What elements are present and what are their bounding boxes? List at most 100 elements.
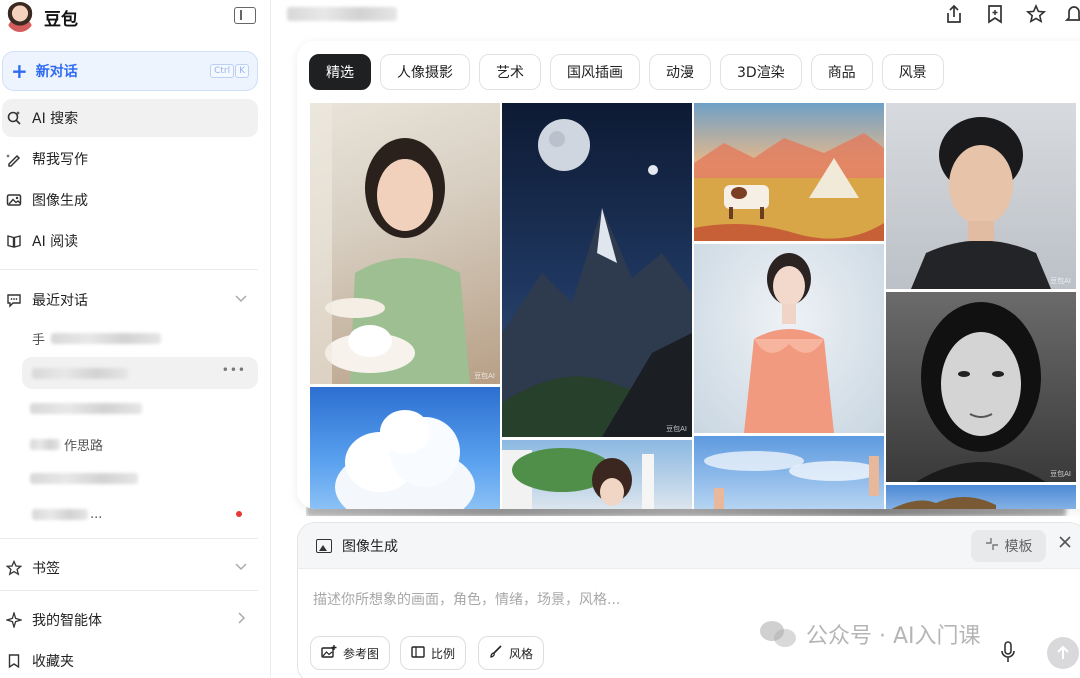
image-icon: [316, 538, 332, 553]
chevron-down-icon[interactable]: [234, 559, 248, 577]
template-icon: [985, 537, 999, 555]
gallery-image-cloud[interactable]: [310, 387, 500, 509]
recent-chat-item[interactable]: [22, 392, 258, 424]
tab-anime[interactable]: 动漫: [649, 54, 711, 90]
gallery-image-young-man[interactable]: 豆包AI: [886, 103, 1076, 289]
share-icon[interactable]: [943, 3, 965, 25]
add-image-icon: [321, 644, 337, 662]
gallery-image-portrait-woman[interactable]: 豆包AI: [310, 103, 500, 384]
recent-chats-header[interactable]: 最近对话: [2, 283, 258, 317]
sidebar-toggle-icon[interactable]: [234, 7, 256, 24]
search-spark-icon: [6, 110, 22, 126]
ratio-icon: [411, 645, 425, 662]
brand[interactable]: 豆包: [6, 0, 78, 34]
recent-chat-item[interactable]: 手: [22, 322, 258, 354]
sidebar-item-ai-search[interactable]: AI 搜索: [2, 99, 258, 137]
recent-chat-item[interactable]: •••: [22, 357, 258, 389]
shortcut-key: Ctrl: [210, 64, 235, 78]
brush-icon: [489, 644, 503, 662]
bell-icon[interactable]: [1063, 3, 1080, 25]
image-watermark: 豆包AI: [1050, 277, 1071, 285]
arrow-up-icon: [1057, 645, 1069, 659]
recent-chat-item[interactable]: 作思路: [22, 428, 258, 460]
divider: [0, 590, 258, 591]
close-icon[interactable]: [1058, 533, 1072, 554]
sidebar-item-label: 帮我写作: [32, 152, 88, 168]
tab-chinese-illustration[interactable]: 国风插画: [550, 54, 640, 90]
section-title: 书签: [32, 561, 60, 577]
send-button[interactable]: [1047, 637, 1079, 669]
my-agents-header[interactable]: 我的智能体: [2, 603, 258, 637]
gallery-image-cow-yurt[interactable]: [694, 103, 884, 241]
aspect-ratio-button[interactable]: 比例: [400, 636, 467, 670]
redacted-text: [32, 367, 128, 379]
template-label: 模板: [1004, 539, 1033, 555]
gallery-image-school-girl[interactable]: [502, 440, 692, 509]
redacted-title: [287, 7, 397, 21]
gallery-image-bw-woman[interactable]: 豆包AI: [886, 292, 1076, 482]
star-icon: [6, 560, 22, 576]
recent-chat-item[interactable]: ...: [22, 498, 258, 530]
divider: [0, 269, 258, 270]
gallery-image-mountain[interactable]: 豆包AI: [502, 103, 692, 437]
watermark-text: 公众号 · AI入门课: [806, 624, 981, 649]
template-button[interactable]: 模板: [971, 530, 1046, 562]
image-watermark: 豆包AI: [1050, 470, 1071, 478]
sidebar-item-label: AI 搜索: [32, 111, 79, 127]
overlay-watermark: 公众号 · AI入门课: [760, 618, 981, 650]
bookmarks-header[interactable]: 书签: [2, 551, 258, 585]
image-generation-composer: 图像生成 模板 描述你所想象的画面，角色，情绪，场景，风格... 参考图 比例 …: [297, 522, 1080, 678]
sidebar: 豆包 + 新对话 Ctrl K AI 搜索 帮我写作 图像生成 AI 阅读 最近…: [0, 0, 271, 678]
section-title: 收藏夹: [32, 654, 74, 670]
image-watermark: 豆包AI: [666, 425, 687, 433]
top-bar: [271, 0, 1080, 34]
style-button[interactable]: 风格: [478, 636, 545, 670]
star-icon[interactable]: [1025, 3, 1047, 25]
image-icon: [6, 192, 22, 208]
redacted-text: [51, 332, 162, 344]
reference-image-button[interactable]: 参考图: [310, 636, 391, 670]
tab-art[interactable]: 艺术: [479, 54, 541, 90]
plus-icon: +: [11, 59, 28, 83]
chip-label: 参考图: [343, 646, 380, 661]
unread-dot: [236, 511, 242, 517]
image-gallery-card: 精选 人像摄影 艺术 国风插画 动漫 3D渲染 商品 风景 豆包AI 豆包AI …: [297, 41, 1080, 509]
bookmark-add-icon[interactable]: [984, 3, 1006, 25]
tab-portrait[interactable]: 人像摄影: [380, 54, 470, 90]
chat-bubble-icon: [6, 292, 22, 308]
tab-featured[interactable]: 精选: [309, 54, 371, 90]
redacted-text: [30, 402, 142, 414]
redacted-text: [30, 438, 60, 450]
category-tabs: 精选 人像摄影 艺术 国风插画 动漫 3D渲染 商品 风景: [309, 54, 944, 90]
more-options-icon[interactable]: •••: [222, 363, 246, 377]
microphone-icon[interactable]: [1000, 641, 1016, 665]
gallery-image-tree-sky[interactable]: [886, 485, 1076, 509]
divider: [0, 538, 258, 539]
recent-chat-item[interactable]: [22, 462, 258, 494]
tab-3d-render[interactable]: 3D渲染: [720, 54, 802, 90]
chip-label: 比例: [431, 646, 456, 661]
chip-label: 风格: [509, 646, 534, 661]
sidebar-item-ai-reading[interactable]: AI 阅读: [2, 222, 258, 260]
redacted-text: [30, 472, 138, 484]
sidebar-item-image-gen[interactable]: 图像生成: [2, 181, 258, 219]
composer-header: 图像生成 模板: [298, 523, 1080, 569]
tab-product[interactable]: 商品: [810, 54, 873, 90]
sidebar-item-label: AI 阅读: [32, 234, 79, 250]
tab-landscape[interactable]: 风景: [881, 54, 944, 90]
section-title: 最近对话: [32, 293, 88, 309]
pen-icon: [6, 151, 22, 167]
recent-chat-title: ...: [90, 506, 103, 522]
app-name: 豆包: [44, 9, 78, 30]
new-chat-button[interactable]: + 新对话 Ctrl K: [2, 51, 258, 91]
new-chat-label: 新对话: [35, 64, 78, 80]
favorites-header[interactable]: 收藏夹: [2, 644, 258, 678]
recent-chat-title: 手: [32, 332, 46, 348]
gallery-image-sky-hands[interactable]: [694, 436, 884, 509]
chevron-down-icon[interactable]: [234, 291, 248, 309]
gallery-image-woman-coral-dress[interactable]: [694, 244, 884, 433]
sidebar-item-label: 图像生成: [32, 193, 88, 209]
chevron-right-icon[interactable]: [234, 611, 248, 629]
sidebar-item-writing[interactable]: 帮我写作: [2, 140, 258, 178]
prompt-input[interactable]: 描述你所想象的画面，角色，情绪，场景，风格...: [313, 589, 620, 609]
